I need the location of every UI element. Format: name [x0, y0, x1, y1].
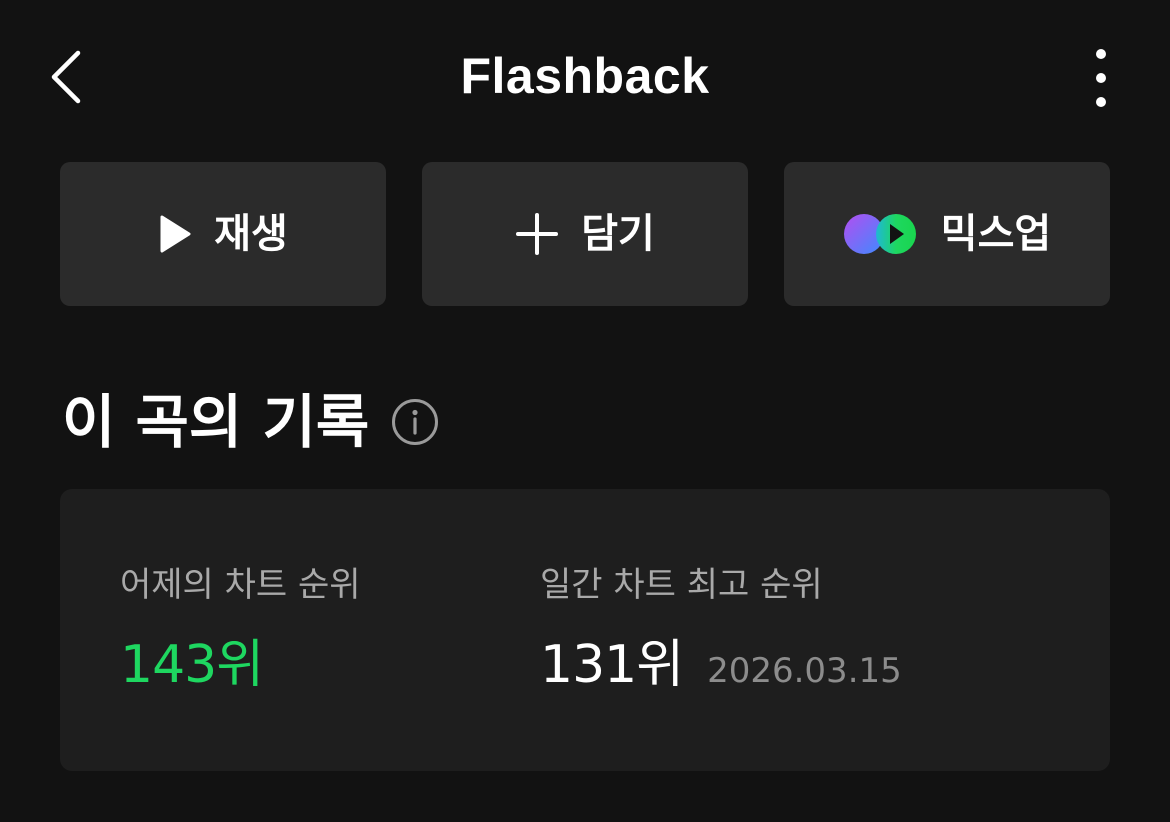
top-bar: Flashback	[0, 0, 1170, 150]
section-header: 이 곡의 기록	[62, 384, 439, 460]
best-rank-label: 일간 차트 최고 순위	[540, 565, 823, 605]
best-rank-stat: 일간 차트 최고 순위 131위 2026.03.15	[540, 561, 902, 695]
plus-icon	[515, 212, 559, 256]
chart-record-card: 어제의 차트 순위 143위 일간 차트 최고 순위 131위 2026.03.…	[60, 489, 1110, 771]
yesterday-rank-stat: 어제의 차트 순위 143위	[120, 561, 361, 695]
action-buttons: 재생 담기 믹스업	[60, 162, 1110, 306]
best-rank-date: 2026.03.15	[707, 651, 902, 691]
play-button[interactable]: 재생	[60, 162, 386, 306]
yesterday-rank-value: 143위	[120, 635, 264, 695]
section-title: 이 곡의 기록	[62, 388, 370, 456]
add-button[interactable]: 담기	[422, 162, 748, 306]
page-title: Flashback	[460, 48, 710, 104]
more-vertical-icon	[1096, 49, 1106, 107]
mixup-button[interactable]: 믹스업	[784, 162, 1110, 306]
best-rank-value: 131위	[540, 635, 684, 695]
mixup-icon	[843, 212, 919, 256]
mixup-button-label: 믹스업	[940, 211, 1052, 257]
play-icon	[158, 214, 192, 254]
add-button-label: 담기	[581, 211, 655, 257]
yesterday-rank-label: 어제의 차트 순위	[120, 565, 361, 605]
play-button-label: 재생	[214, 211, 288, 257]
more-options-button[interactable]	[1076, 40, 1126, 116]
info-icon[interactable]	[391, 398, 439, 446]
